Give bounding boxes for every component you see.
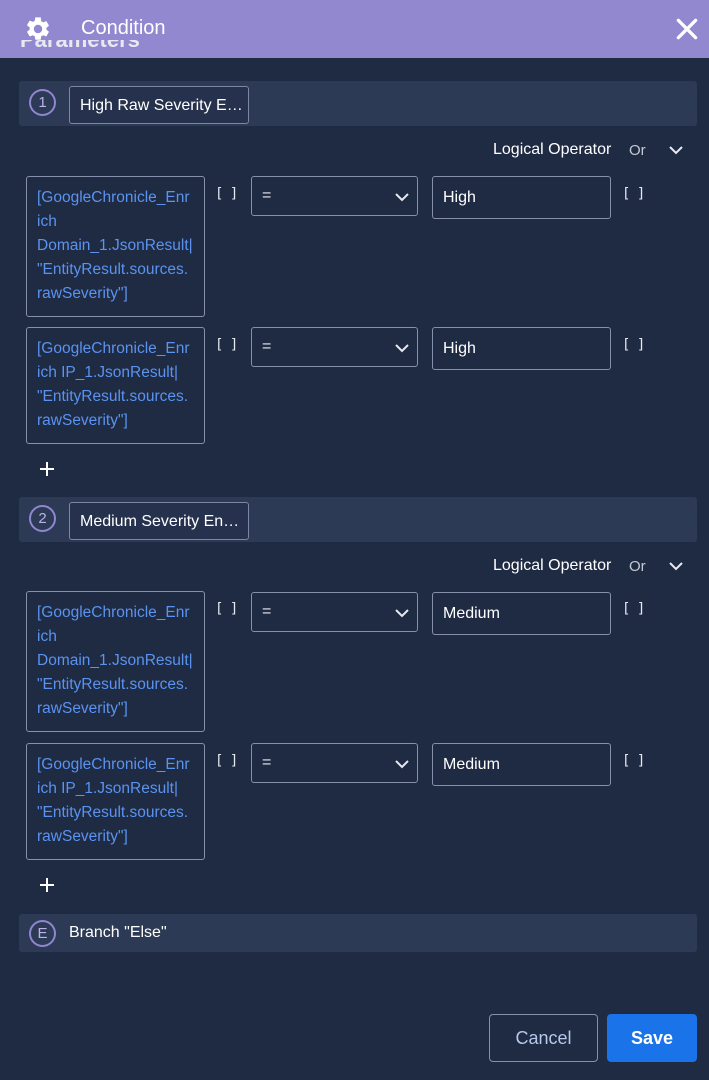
placeholder-picker-icon[interactable]: [ ] — [215, 753, 238, 769]
chevron-down-icon — [395, 344, 409, 353]
parameter-line: "EntityResult.sources. — [37, 676, 189, 693]
gear-icon — [27, 17, 49, 40]
branch-name-input[interactable]: Medium Severity En… — [69, 502, 249, 540]
operator-value: = — [262, 603, 272, 620]
chevron-down-icon — [395, 760, 409, 769]
parameter-field[interactable]: [GoogleChronicle_Enr ich IP_1.JsonResult… — [26, 327, 205, 444]
logical-operator-select[interactable]: Or — [629, 142, 646, 159]
parameter-line: [GoogleChronicle_Enr — [37, 604, 190, 621]
operator-select[interactable]: = — [251, 327, 418, 367]
save-button[interactable]: Save — [607, 1014, 697, 1062]
placeholder-picker-icon[interactable]: [ ] — [622, 337, 645, 353]
close-icon[interactable] — [674, 16, 700, 42]
cancel-button[interactable]: Cancel — [489, 1014, 598, 1062]
parameter-line: rawSeverity"] — [37, 412, 128, 429]
branch-row-else: E Branch "Else" — [19, 914, 697, 952]
branch-number-badge: 2 — [29, 505, 56, 532]
logical-operator-label: Logical Operator — [493, 557, 612, 574]
operator-value: = — [262, 187, 272, 204]
parameter-field[interactable]: [GoogleChronicle_Enr ich Domain_1.JsonRe… — [26, 176, 205, 317]
parameter-line: rawSeverity"] — [37, 285, 128, 302]
parameter-line: rawSeverity"] — [37, 700, 128, 717]
operator-select[interactable]: = — [251, 743, 418, 783]
branch-name-input[interactable]: High Raw Severity E… — [69, 86, 249, 124]
parameter-field[interactable]: [GoogleChronicle_Enr ich IP_1.JsonResult… — [26, 743, 205, 860]
parameter-line: ich — [37, 213, 57, 230]
section-heading: Parameters — [20, 40, 140, 58]
placeholder-picker-icon[interactable]: [ ] — [215, 337, 238, 353]
parameter-line: [GoogleChronicle_Enr — [37, 189, 190, 206]
value-input[interactable]: High — [432, 327, 611, 370]
add-condition-button[interactable] — [38, 876, 56, 894]
placeholder-picker-icon[interactable]: [ ] — [622, 601, 645, 617]
parameter-line: ich IP_1.JsonResult| — [37, 780, 179, 797]
placeholder-picker-icon[interactable]: [ ] — [215, 186, 238, 202]
logical-operator-select[interactable]: Or — [629, 558, 646, 575]
operator-select[interactable]: = — [251, 176, 418, 216]
operator-select[interactable]: = — [251, 592, 418, 632]
chevron-down-icon[interactable] — [669, 561, 683, 571]
parameter-line: [GoogleChronicle_Enr — [37, 340, 190, 357]
parameter-line: ich IP_1.JsonResult| — [37, 364, 179, 381]
else-badge: E — [29, 920, 56, 947]
value-input[interactable]: Medium — [432, 592, 611, 635]
branch-row-1: 1 High Raw Severity E… — [19, 81, 697, 126]
chevron-down-icon — [395, 609, 409, 618]
placeholder-picker-icon[interactable]: [ ] — [622, 186, 645, 202]
branch-row-2: 2 Medium Severity En… — [19, 497, 697, 542]
parameter-field[interactable]: [GoogleChronicle_Enr ich Domain_1.JsonRe… — [26, 591, 205, 732]
parameter-line: Domain_1.JsonResult| — [37, 652, 193, 669]
parameter-line: rawSeverity"] — [37, 828, 128, 845]
operator-value: = — [262, 338, 272, 355]
value-input[interactable]: Medium — [432, 743, 611, 786]
parameter-line: "EntityResult.sources. — [37, 388, 189, 405]
parameter-line: Domain_1.JsonResult| — [37, 237, 193, 254]
logical-operator-label: Logical Operator — [493, 141, 612, 158]
parameter-line: ich — [37, 628, 57, 645]
branch-number-badge: 1 — [29, 89, 56, 116]
else-branch-label: Branch "Else" — [69, 924, 167, 941]
add-condition-button[interactable] — [38, 460, 56, 478]
chevron-down-icon — [395, 193, 409, 202]
operator-value: = — [262, 754, 272, 771]
value-input[interactable]: High — [432, 176, 611, 219]
chevron-down-icon[interactable] — [669, 145, 683, 155]
placeholder-picker-icon[interactable]: [ ] — [215, 601, 238, 617]
parameter-line: "EntityResult.sources. — [37, 804, 189, 821]
parameter-line: "EntityResult.sources. — [37, 261, 189, 278]
parameter-line: [GoogleChronicle_Enr — [37, 756, 190, 773]
placeholder-picker-icon[interactable]: [ ] — [622, 753, 645, 769]
dialog-title: Condition — [81, 17, 166, 39]
